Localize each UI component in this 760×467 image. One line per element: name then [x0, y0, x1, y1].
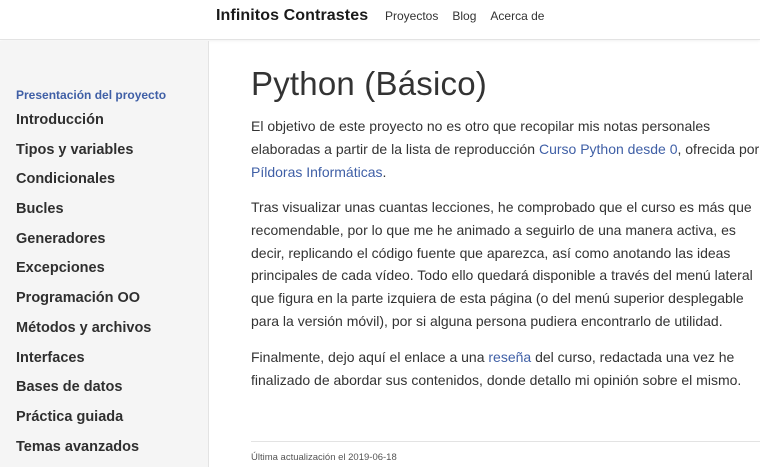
description-paragraph: Tras visualizar unas cuantas lecciones, … [251, 199, 753, 329]
intro-paragraph: El objetivo de este proyecto no es otro … [251, 115, 760, 183]
sidebar-item-bucles[interactable]: Bucles [16, 201, 151, 231]
nav-link-blog[interactable]: Blog [452, 9, 476, 23]
nav-link-proyectos[interactable]: Proyectos [385, 9, 438, 23]
sidebar-item-condicionales[interactable]: Condicionales [16, 171, 151, 201]
intro-text-middle: , ofrecida por [677, 140, 760, 157]
link-curso-python[interactable]: Curso Python desde 0 [539, 141, 678, 157]
site-brand[interactable]: Infinitos Contrastes [216, 7, 368, 25]
sidebar-item-tipos-y-variables[interactable]: Tipos y variables [16, 142, 151, 172]
sidebar-item-bases-de-datos[interactable]: Bases de datos [16, 379, 151, 409]
sidebar-item-presentacion[interactable]: Presentación del proyecto [16, 88, 166, 102]
top-navbar: Infinitos Contrastes Proyectos Blog Acer… [0, 0, 760, 40]
last-updated: Última actualización el 2019-06-18 [251, 452, 397, 463]
sidebar-item-metodos-y-archivos[interactable]: Métodos y archivos [16, 320, 151, 350]
review-text-before: Finalmente, dejo aquí el enlace a una [251, 349, 489, 365]
sidebar: Presentación del proyecto Introducción T… [0, 41, 209, 467]
sidebar-item-temas-avanzados[interactable]: Temas avanzados [16, 439, 151, 467]
sidebar-menu: Introducción Tipos y variables Condicion… [16, 112, 151, 467]
nav-link-acerca-de[interactable]: Acerca de [490, 9, 544, 23]
sidebar-item-practica-guiada[interactable]: Práctica guiada [16, 409, 151, 439]
footer-divider [251, 441, 760, 442]
intro-text-after: . [382, 163, 387, 180]
review-paragraph: Finalmente, dejo aquí el enlace a una re… [251, 346, 760, 392]
sidebar-item-excepciones[interactable]: Excepciones [16, 260, 151, 290]
page-title: Python (Básico) [251, 65, 487, 102]
sidebar-item-programacion-oo[interactable]: Programación OO [16, 290, 151, 320]
link-pildoras-informaticas[interactable]: Píldoras Informáticas [251, 164, 383, 180]
sidebar-item-generadores[interactable]: Generadores [16, 231, 151, 261]
link-resena[interactable]: reseña [488, 349, 531, 365]
top-nav: Proyectos Blog Acerca de [385, 9, 558, 23]
sidebar-item-introduccion[interactable]: Introducción [16, 112, 151, 142]
sidebar-item-interfaces[interactable]: Interfaces [16, 350, 151, 380]
